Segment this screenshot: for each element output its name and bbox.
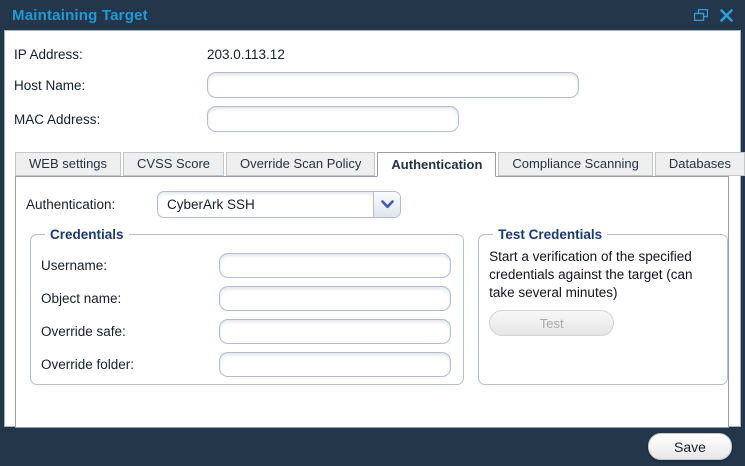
authentication-dropdown[interactable]: CyberArk SSH — [157, 191, 401, 218]
tab-override-scan-policy[interactable]: Override Scan Policy — [226, 152, 375, 176]
dialog-content: IP Address: 203.0.113.12 Host Name: MAC … — [4, 30, 741, 427]
window-title: Maintaining Target — [12, 7, 148, 24]
override-folder-label: Override folder: — [41, 357, 219, 372]
object-name-input[interactable] — [219, 286, 451, 311]
tab-web-settings[interactable]: WEB settings — [15, 152, 121, 176]
mac-address-label: MAC Address: — [14, 112, 207, 127]
host-name-input[interactable] — [207, 72, 579, 98]
username-input[interactable] — [219, 253, 451, 278]
tab-compliance-scanning[interactable]: Compliance Scanning — [498, 152, 652, 176]
host-name-label: Host Name: — [14, 78, 207, 93]
ip-address-value: 203.0.113.12 — [207, 47, 285, 62]
tab-authentication[interactable]: Authentication — [377, 152, 496, 177]
tab-strip: WEB settings CVSS Score Override Scan Po… — [15, 152, 729, 176]
dialog-footer: Save — [0, 427, 745, 466]
test-credentials-legend: Test Credentials — [493, 227, 607, 242]
authentication-tab-panel: Authentication: CyberArk SSH Credentials… — [15, 176, 729, 428]
close-icon[interactable] — [720, 9, 733, 22]
test-credentials-fieldset: Test Credentials Start a verification of… — [478, 227, 728, 385]
tab-cvss-score[interactable]: CVSS Score — [123, 152, 224, 176]
credentials-fieldset: Credentials Username: Object name: Overr… — [30, 227, 464, 385]
credentials-legend: Credentials — [45, 227, 129, 242]
username-label: Username: — [41, 258, 219, 273]
chevron-down-icon[interactable] — [373, 192, 400, 217]
restore-icon[interactable] — [694, 9, 708, 21]
test-button[interactable]: Test — [489, 310, 614, 336]
override-safe-input[interactable] — [219, 319, 451, 344]
authentication-label: Authentication: — [26, 197, 157, 212]
test-credentials-description: Start a verification of the specified cr… — [489, 248, 719, 301]
object-name-label: Object name: — [41, 291, 219, 306]
authentication-dropdown-value: CyberArk SSH — [158, 197, 373, 212]
ip-address-label: IP Address: — [14, 47, 207, 62]
mac-address-input[interactable] — [207, 106, 459, 132]
titlebar: Maintaining Target — [0, 0, 745, 30]
maintaining-target-dialog: Maintaining Target IP Address: 203.0.113… — [0, 0, 745, 466]
tab-databases[interactable]: Databases — [655, 152, 745, 176]
override-safe-label: Override safe: — [41, 324, 219, 339]
override-folder-input[interactable] — [219, 352, 451, 377]
save-button[interactable]: Save — [648, 433, 732, 460]
